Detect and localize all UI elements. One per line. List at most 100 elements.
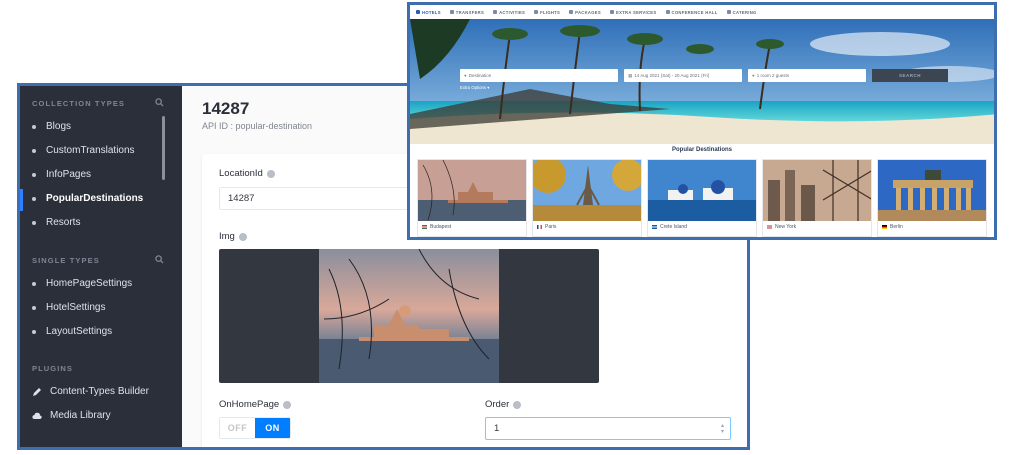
admin-sidebar: COLLECTION TYPES Blogs CustomTranslation… <box>20 86 182 447</box>
destination-caption: New York <box>763 221 871 233</box>
destination-name: Berlin <box>890 224 903 230</box>
stepper-arrows-icon[interactable]: ▴ ▾ <box>721 423 724 435</box>
destination-input[interactable]: ● Destination <box>460 69 618 82</box>
package-icon <box>569 10 574 14</box>
nav-hotels[interactable]: HOTELS <box>416 10 441 15</box>
catering-icon <box>726 10 731 14</box>
order-label-text: Order <box>485 399 510 410</box>
on-home-page-label-text: OnHomePage <box>219 399 280 410</box>
bullet-icon <box>32 329 36 334</box>
info-icon[interactable] <box>266 169 275 178</box>
bullet-icon <box>32 305 36 310</box>
location-id-label: LocationId <box>219 168 275 179</box>
pencil-icon <box>33 387 41 396</box>
nav-label: PACKAGES <box>575 9 601 15</box>
search-icon[interactable] <box>155 98 164 107</box>
nav-conference-hall[interactable]: CONFERENCE HALL <box>665 9 718 15</box>
cloud-icon <box>32 412 42 419</box>
plugins-heading: PLUGINS <box>32 364 74 373</box>
order-field[interactable]: 1 ▴ ▾ <box>485 417 731 440</box>
nav-flights[interactable]: FLIGHTS <box>534 10 560 15</box>
nav-packages[interactable]: PACKAGES <box>569 10 601 15</box>
nav-label: HOTELS <box>422 9 441 15</box>
destination-card-new-york[interactable]: New York <box>762 159 872 237</box>
destination-caption: Paris <box>533 221 641 233</box>
destination-card-budapest[interactable]: Budapest <box>417 159 527 237</box>
toggle-on[interactable]: ON <box>255 418 290 438</box>
nav-catering[interactable]: CATERING <box>726 9 757 15</box>
destination-caption: Berlin <box>878 221 986 233</box>
bus-icon <box>449 10 454 14</box>
nav-label: CATERING <box>732 9 757 15</box>
nav-extra-services[interactable]: EXTRA SERVICES <box>609 9 657 15</box>
sidebar-item-resorts[interactable]: Resorts <box>32 217 80 228</box>
france-flag-icon <box>537 225 542 229</box>
nav-label: TRANSFERS <box>455 9 485 15</box>
info-icon[interactable] <box>238 232 247 241</box>
conference-icon <box>665 10 670 14</box>
date-range-input[interactable]: ▦ 14 Aug 2021 (Sat) - 20 Aug 2021 (Fri) <box>624 69 742 82</box>
on-home-page-toggle[interactable]: OFF ON <box>219 417 291 439</box>
sidebar-item-label: Media Library <box>50 410 111 421</box>
hotel-icon <box>416 10 420 14</box>
image-preview[interactable] <box>219 249 599 383</box>
nav-label: FLIGHTS <box>540 9 561 15</box>
sidebar-item-label: LayoutSettings <box>46 326 113 337</box>
top-nav: HOTELS TRANSFERS ACTIVITIES FLIGHTS PACK… <box>410 5 994 19</box>
sidebar-item-label: HotelSettings <box>46 302 106 313</box>
nav-transfers[interactable]: TRANSFERS <box>449 9 485 15</box>
map-pin-icon: ● <box>464 73 467 78</box>
info-icon[interactable] <box>513 400 522 409</box>
destination-name: Paris <box>545 224 557 230</box>
sidebar-item-customtranslations[interactable]: CustomTranslations <box>32 145 135 156</box>
sidebar-item-content-types-builder[interactable]: Content-Types Builder <box>32 386 149 397</box>
destination-name: Crete Island <box>660 224 687 230</box>
sidebar-item-hotelsettings[interactable]: HotelSettings <box>32 302 105 313</box>
destination-image <box>763 160 871 221</box>
img-label-text: Img <box>219 231 235 242</box>
single-types-heading: SINGLE TYPES <box>32 256 100 265</box>
destination-card-paris[interactable]: Paris <box>532 159 642 237</box>
order-label: Order <box>485 399 522 410</box>
search-icon[interactable] <box>155 255 164 264</box>
budapest-parliament-image <box>319 249 499 383</box>
sidebar-item-layoutsettings[interactable]: LayoutSettings <box>32 326 112 337</box>
toggle-off[interactable]: OFF <box>220 418 255 438</box>
plane-icon <box>534 10 539 14</box>
bullet-icon <box>32 220 36 225</box>
popular-destinations-title: Popular Destinations <box>671 147 732 153</box>
destination-image <box>648 160 756 221</box>
location-id-field[interactable]: 14287 <box>219 187 439 210</box>
bullet-icon <box>32 281 36 286</box>
sidebar-item-infopages[interactable]: InfoPages <box>32 169 91 180</box>
nav-label: CONFERENCE HALL <box>671 9 718 15</box>
bullet-icon <box>32 148 36 153</box>
destination-card-berlin[interactable]: Berlin <box>877 159 987 237</box>
sidebar-item-label: Content-Types Builder <box>50 386 149 397</box>
sidebar-item-label: Blogs <box>46 121 72 132</box>
sidebar-item-homepagesettings[interactable]: HomePageSettings <box>32 278 132 289</box>
sidebar-item-label: CustomTranslations <box>46 145 135 156</box>
on-home-page-label: OnHomePage <box>219 399 292 410</box>
info-icon[interactable] <box>283 400 292 409</box>
travel-site-window: HOTELS TRANSFERS ACTIVITIES FLIGHTS PACK… <box>407 2 997 240</box>
destination-placeholder: Destination <box>468 73 492 78</box>
sidebar-item-blogs[interactable]: Blogs <box>32 121 71 132</box>
location-id-label-text: LocationId <box>219 168 263 179</box>
bullet-icon <box>32 124 36 129</box>
nav-activities[interactable]: ACTIVITIES <box>493 10 525 15</box>
sidebar-item-label: HomePageSettings <box>46 278 133 289</box>
greece-flag-icon <box>652 225 657 229</box>
destination-caption: Crete Island <box>648 221 756 233</box>
sidebar-scrollbar[interactable] <box>162 116 165 180</box>
date-range-value: 14 Aug 2021 (Sat) - 20 Aug 2021 (Fri) <box>634 73 710 78</box>
germany-flag-icon <box>882 225 887 229</box>
extra-options-label: Extra Options <box>460 85 487 90</box>
search-button[interactable]: SEARCH <box>872 69 948 82</box>
destination-card-crete-island[interactable]: Crete Island <box>647 159 757 237</box>
guests-input[interactable]: ● 1 room 2 guests <box>748 69 866 82</box>
sidebar-item-media-library[interactable]: Media Library <box>32 410 111 421</box>
extra-options-toggle[interactable]: Extra Options ▾ <box>460 85 489 91</box>
nav-label: EXTRA SERVICES <box>615 9 657 15</box>
sidebar-item-populardestinations[interactable]: PopularDestinations <box>32 193 143 204</box>
